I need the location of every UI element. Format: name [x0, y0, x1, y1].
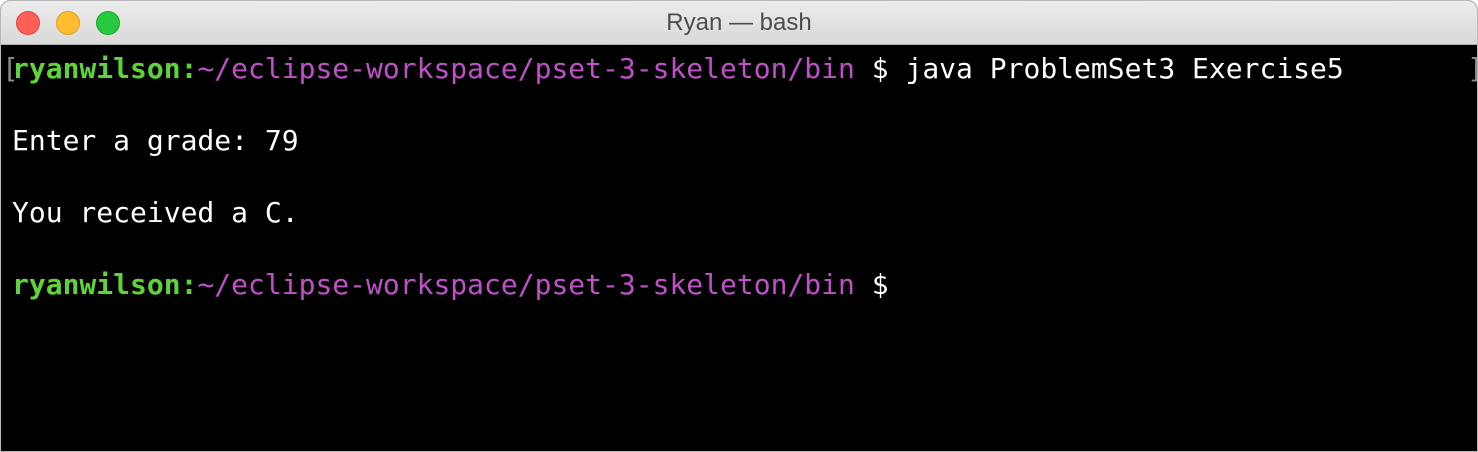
- output-line-prompt: Enter a grade: 79: [12, 124, 299, 157]
- terminal-window: Ryan — bash [ ryanwilson:~/eclipse-works…: [0, 0, 1478, 452]
- command-line-2: ryanwilson:~/eclipse-workspace/pset-3-sk…: [12, 267, 889, 303]
- prompt-user: ryanwilson:: [12, 52, 198, 85]
- title-bar[interactable]: Ryan — bash: [1, 1, 1477, 45]
- prompt-symbol: $: [854, 268, 889, 301]
- selection-bracket-right: ]: [1467, 51, 1477, 87]
- prompt-path: ~/eclipse-workspace/pset-3-skeleton/bin: [197, 52, 855, 85]
- window-title: Ryan — bash: [666, 9, 812, 36]
- command-text: $ java ProblemSet3 Exercise5: [854, 52, 1344, 85]
- prompt-user: ryanwilson:: [12, 268, 198, 301]
- terminal-output[interactable]: [ ryanwilson:~/eclipse-workspace/pset-3-…: [1, 45, 1477, 451]
- prompt-path: ~/eclipse-workspace/pset-3-skeleton/bin: [197, 268, 855, 301]
- output-line-result: You received a C.: [12, 196, 299, 229]
- command-line-1: ryanwilson:~/eclipse-workspace/pset-3-sk…: [12, 51, 1344, 87]
